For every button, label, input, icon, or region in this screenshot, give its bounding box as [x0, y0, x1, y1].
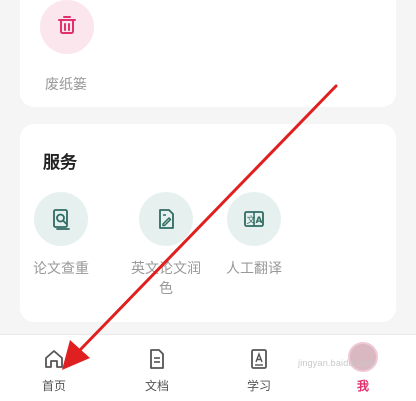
nav-label: 我 [356, 379, 369, 393]
trash-card: 废纸篓 [20, 0, 396, 107]
services-title: 服务 [43, 153, 77, 172]
trash-icon [56, 14, 78, 41]
trash-button[interactable] [40, 0, 94, 54]
service-english-polish[interactable]: 英文论文润色 [119, 192, 213, 298]
service-label: 论文查重 [33, 260, 89, 276]
service-plagiarism-check[interactable]: 论文查重 [14, 192, 108, 278]
nav-me[interactable]: 我 [333, 342, 393, 394]
service-label: 人工翻译 [226, 260, 282, 276]
nav-home[interactable]: 首页 [24, 347, 84, 394]
nav-label: 首页 [41, 379, 66, 393]
watermark: jingyan.baidu.com [298, 358, 374, 368]
nav-label: 文档 [144, 379, 169, 393]
home-icon [24, 347, 84, 371]
services-card: 服务 论文查重 英文论文润色 文 A 人工翻译 [20, 124, 396, 322]
translate-icon: 文 A [227, 192, 281, 246]
nav-label: 学习 [246, 379, 271, 393]
report-check-icon [34, 192, 88, 246]
svg-text:文: 文 [247, 214, 256, 226]
trash-label: 废纸篓 [45, 76, 87, 92]
edit-paper-icon [139, 192, 193, 246]
service-human-translation[interactable]: 文 A 人工翻译 [207, 192, 301, 278]
service-label: 英文论文润色 [131, 260, 201, 296]
book-icon [229, 347, 289, 371]
document-icon [127, 347, 187, 371]
svg-text:A: A [256, 216, 263, 226]
nav-study[interactable]: 学习 [229, 347, 289, 394]
nav-documents[interactable]: 文档 [127, 347, 187, 394]
